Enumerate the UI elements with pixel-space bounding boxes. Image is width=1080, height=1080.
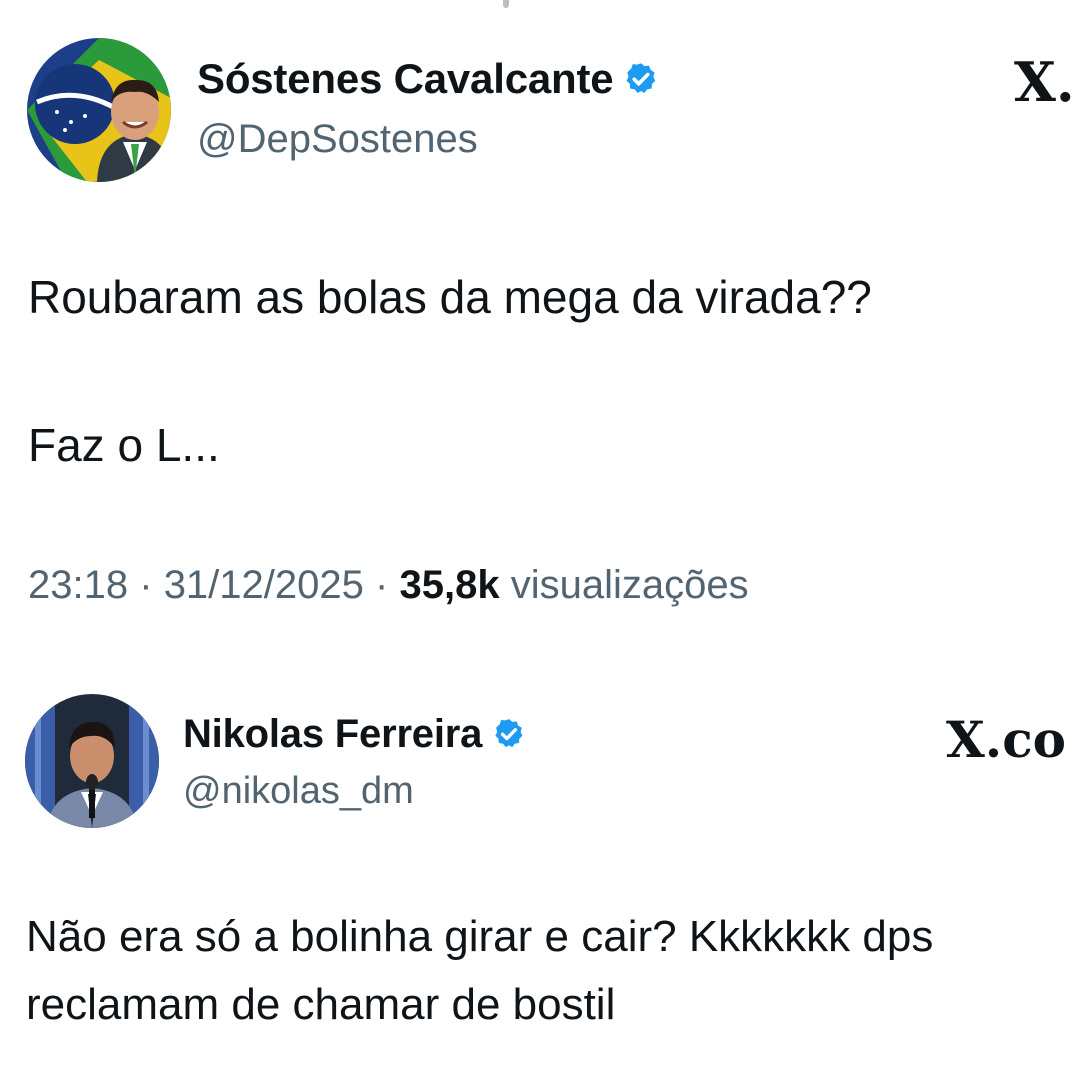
tweet-text-line: Roubaram as bolas da mega da virada?? — [28, 271, 872, 323]
tweet-text-line: reclamam de chamar de bostil — [26, 980, 616, 1029]
tweet-text-line: Não era só a bolinha girar e cair? Kkkkk… — [26, 912, 934, 961]
verified-badge-icon — [623, 61, 659, 97]
author-handle[interactable]: @nikolas_dm — [183, 770, 414, 813]
views-count[interactable]: 35,8k — [399, 563, 499, 607]
author-display-name[interactable]: Nikolas Ferreira — [183, 712, 482, 757]
author-handle[interactable]: @DepSostenes — [197, 117, 478, 162]
verified-badge-icon — [492, 717, 526, 751]
views-label: visualizações — [510, 563, 749, 607]
x-logo-icon: X.co — [946, 710, 1066, 769]
avatar-photo-icon — [25, 694, 159, 828]
x-logo-icon: X. — [1014, 50, 1075, 114]
scroll-indicator — [503, 0, 509, 8]
author-display-name[interactable]: Sóstenes Cavalcante — [197, 55, 614, 103]
tweet-time[interactable]: 23:18 — [28, 563, 128, 607]
meta-separator: · — [375, 563, 389, 607]
meta-separator: · — [139, 563, 153, 607]
screenshot-page: Sóstenes Cavalcante @DepSostenes X. Roub… — [0, 0, 1080, 1080]
avatar-photo-icon — [27, 38, 171, 182]
tweet-date[interactable]: 31/12/2025 — [164, 563, 364, 607]
tweet-meta: 23:18 · 31/12/2025 · 35,8k visualizações — [28, 563, 749, 608]
tweet-text-line: Faz o L... — [28, 419, 220, 471]
avatar[interactable] — [25, 694, 159, 828]
avatar[interactable] — [27, 38, 171, 182]
